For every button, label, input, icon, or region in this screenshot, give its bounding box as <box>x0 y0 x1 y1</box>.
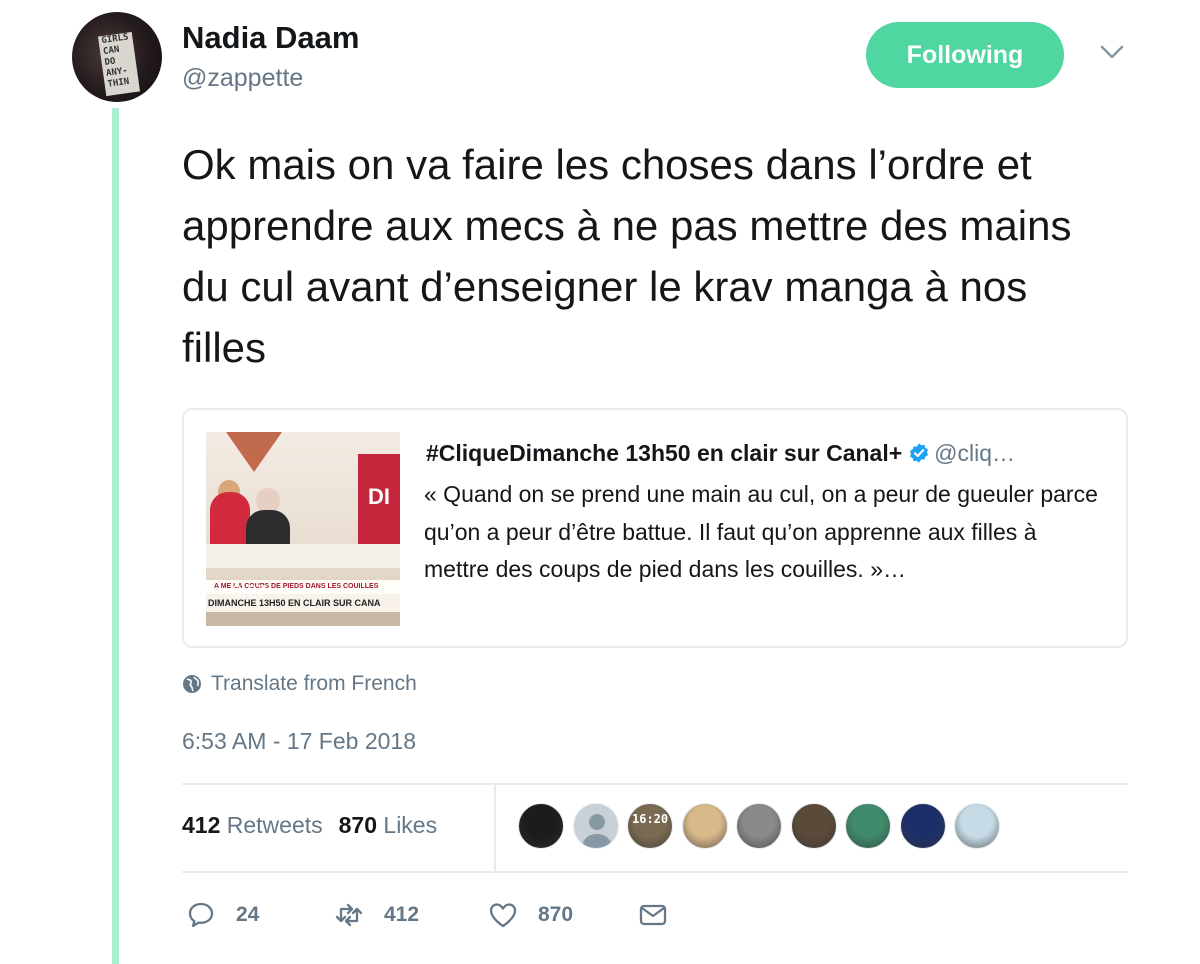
liker-avatar[interactable]: 16:20 <box>627 803 673 849</box>
thread-line <box>112 108 119 964</box>
video-duration: 0:27 <box>232 582 268 602</box>
like-count: 870 <box>538 903 574 926</box>
quoted-tweet-header[interactable]: #CliqueDimanche 13h50 en clair sur Canal… <box>426 440 1106 467</box>
liker-avatar[interactable] <box>736 803 782 849</box>
chevron-down-icon[interactable] <box>1098 42 1126 62</box>
quoted-tweet-card[interactable]: DI A ME LA COUPS DE PIEDS DANS LES COUIL… <box>182 408 1128 648</box>
reply-action[interactable]: 24 <box>186 896 259 934</box>
retweet-count: 412 <box>384 903 420 926</box>
liker-avatar[interactable] <box>572 803 619 849</box>
reply-count: 24 <box>236 903 260 926</box>
thumbnail-table <box>206 544 400 568</box>
author-display-name[interactable]: Nadia Daam <box>182 20 359 56</box>
retweets-stat[interactable]: 412 Retweets <box>182 812 323 838</box>
thumbnail-footer <box>206 612 400 626</box>
author-avatar[interactable]: GIRLS CAN DO ANY- THIN <box>72 12 162 102</box>
liker-avatar[interactable] <box>681 803 728 849</box>
liker-avatar[interactable] <box>954 803 1000 849</box>
tweet-stats: 412 Retweets 870 Likes <box>182 812 437 839</box>
heart-icon <box>489 903 517 928</box>
reply-icon <box>188 902 214 928</box>
liker-avatar[interactable] <box>845 803 891 849</box>
likes-count: 870 <box>338 812 378 838</box>
quoted-account-handle[interactable]: @cliq… <box>934 440 1015 466</box>
direct-message-action[interactable] <box>638 896 668 934</box>
likes-stat[interactable]: 870 Likes <box>339 812 437 838</box>
following-button[interactable]: Following <box>866 22 1064 88</box>
thumbnail-set-decor <box>226 432 282 472</box>
liker-avatar[interactable] <box>518 803 564 849</box>
divider-top <box>182 783 1128 785</box>
translate-label[interactable]: Translate from French <box>211 672 417 696</box>
quoted-video-thumbnail[interactable]: DI A ME LA COUPS DE PIEDS DANS LES COUIL… <box>206 432 400 626</box>
liker-avatars: 16:20 <box>518 803 1009 851</box>
stats-divider <box>494 785 496 873</box>
tweet-timestamp[interactable]: 6:53 AM - 17 Feb 2018 <box>182 728 416 755</box>
liker-avatar-text: 16:20 <box>632 812 669 826</box>
quoted-tweet-text: « Quand on se prend une main au cul, on … <box>424 481 1098 582</box>
like-action[interactable]: 870 <box>488 896 573 934</box>
default-user-icon <box>581 814 612 848</box>
envelope-icon <box>639 904 667 926</box>
retweets-count: 412 <box>182 812 221 838</box>
globe-icon <box>183 675 201 693</box>
quoted-account-name[interactable]: #CliqueDimanche 13h50 en clair sur Canal… <box>426 440 902 466</box>
author-handle[interactable]: @zappette <box>182 64 303 93</box>
verified-badge-icon <box>910 443 929 463</box>
retweet-action[interactable]: 412 <box>334 896 419 934</box>
translate-link[interactable]: Translate from French <box>182 670 417 698</box>
divider-bottom <box>182 871 1128 873</box>
liker-avatar[interactable] <box>790 803 837 849</box>
retweet-icon <box>335 903 363 927</box>
retweets-label: Retweets <box>226 812 323 838</box>
avatar-shirt: GIRLS CAN DO ANY- THIN <box>97 31 141 97</box>
liker-avatar[interactable] <box>899 803 946 849</box>
tweet-text: Ok mais on va faire les choses dans l’or… <box>182 141 1072 371</box>
thumbnail-sign: DI <box>358 454 400 544</box>
likes-label: Likes <box>383 812 438 838</box>
